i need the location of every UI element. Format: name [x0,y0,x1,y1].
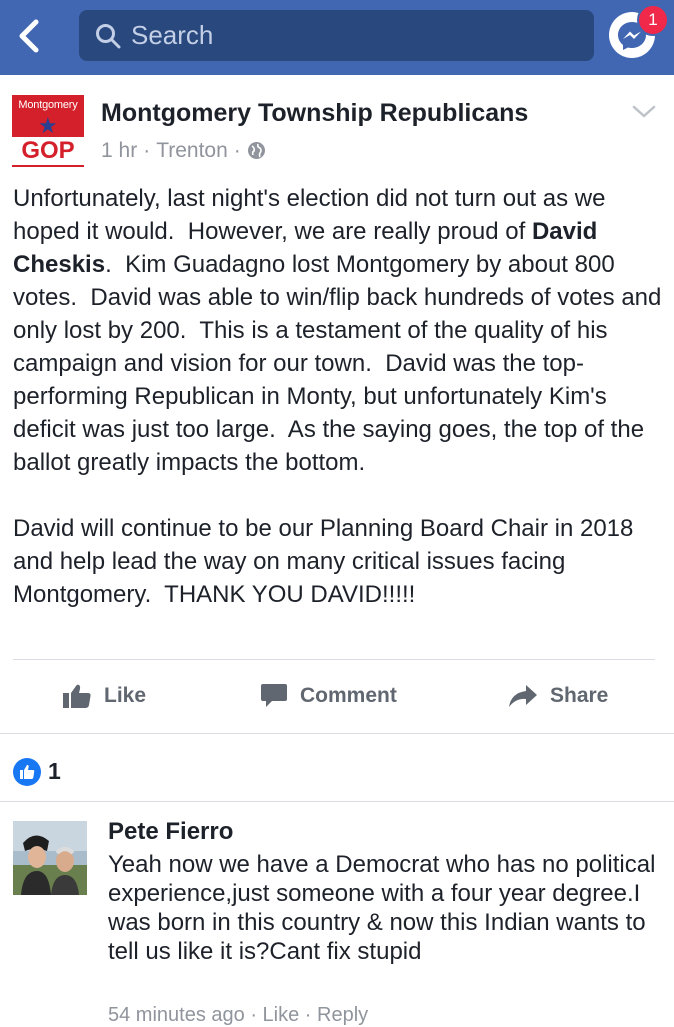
reaction-count: 1 [48,758,61,784]
logo-bottom-text: GOP [21,137,75,164]
notification-badge: 1 [637,4,669,36]
page-logo[interactable]: Montgomery ★ GOP [12,95,84,167]
globe-icon [247,142,265,159]
post-meta: 1 hr · Trenton · [101,139,266,163]
chevron-down-icon[interactable] [632,104,656,120]
meta-separator: · [233,139,241,162]
reactions-bar[interactable]: 1 [0,733,674,802]
logo-top-text: Montgomery [18,99,78,111]
page-name[interactable]: Montgomery Township Republicans [101,99,528,128]
search-input[interactable] [131,10,581,61]
share-button[interactable]: Share [508,668,608,724]
like-button[interactable]: Like [62,668,146,724]
post-text-part: Unfortunately, last night's election did… [13,185,613,245]
comment-button[interactable]: Comment [260,668,397,724]
like-label: Like [104,684,147,707]
meta-separator: · [143,139,151,162]
search-icon [95,23,121,49]
top-navigation-bar: 1 [0,0,674,75]
comment-label: Comment [300,684,397,707]
share-label: Share [550,684,609,707]
comment-icon [261,684,287,707]
like-reaction-icon [13,758,41,786]
post-text-part: David will continue to be our Planning B… [13,515,641,608]
comment-time: 54 minutes ago [108,1004,245,1026]
post-text-part: . Kim Guadagno lost Montgomery by about … [13,251,669,476]
comment-text: Yeah now we have a Democrat who has no p… [108,851,656,965]
divider [13,659,655,660]
comment-author[interactable]: Pete Fierro [108,818,233,846]
comment-like-link[interactable]: Like [263,1004,300,1026]
avatar[interactable] [13,821,87,895]
search-bar[interactable] [79,10,594,61]
share-arrow-icon [509,685,537,707]
post-location[interactable]: Trenton [156,139,228,162]
post-text: Unfortunately, last night's election did… [13,182,663,611]
thumbs-up-icon [63,684,91,708]
logo-band: GOP [12,137,84,165]
post-actions: Like Comment Share [0,668,674,724]
star-icon: ★ [38,113,58,138]
back-arrow-icon[interactable] [14,18,46,54]
post-time[interactable]: 1 hr [101,139,137,162]
comment-reply-link[interactable]: Reply [317,1004,368,1026]
